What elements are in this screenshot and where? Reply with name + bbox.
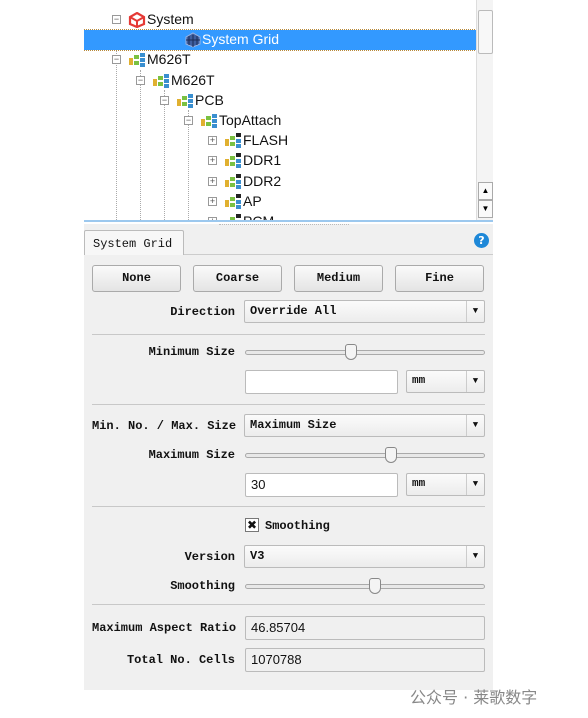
chevron-down-icon: ▼ [466, 474, 484, 495]
tree-scrollbar[interactable]: ▲ ▼ [476, 0, 493, 220]
assembly-icon [128, 52, 146, 68]
minimum-size-unit-select[interactable]: mm ▼ [406, 370, 485, 393]
direction-value: Override All [250, 304, 337, 318]
tree-item-label: TopAttach [219, 112, 282, 128]
minimum-size-input[interactable] [245, 370, 398, 394]
expand-icon[interactable]: + [208, 156, 217, 166]
tree-item-label: DDR1 [243, 152, 282, 169]
splitter-handle[interactable] [219, 224, 349, 227]
tree-item-label: M626T [147, 51, 191, 68]
scroll-up-button[interactable]: ▲ [478, 182, 493, 200]
slider-handle[interactable] [368, 578, 381, 594]
chevron-down-icon: ▼ [466, 371, 484, 392]
tree-item[interactable]: − TopAttach [84, 111, 476, 131]
gridded-assembly-icon [224, 153, 242, 169]
collapse-icon[interactable]: − [160, 95, 169, 105]
medium-button[interactable]: Medium [294, 265, 383, 292]
tree-item-label: PCB [195, 91, 224, 108]
system-grid-panel: System Grid ? None Coarse Medium Fine Di… [84, 224, 493, 690]
system-cube-icon [128, 11, 146, 29]
maximum-size-input[interactable]: 30 [245, 473, 398, 497]
maximum-size-unit-select[interactable]: mm ▼ [406, 473, 485, 496]
minimum-size-label: Minimum Size [148, 345, 235, 359]
gridded-assembly-icon [224, 173, 242, 190]
tree-item[interactable]: System Grid [84, 29, 477, 52]
slider-handle[interactable] [344, 344, 357, 360]
scroll-down-button[interactable]: ▼ [478, 200, 493, 218]
project-tree[interactable]: − System System Grid − M626T − M626T − PCB − TopAt… [84, 0, 493, 222]
divider [92, 404, 485, 405]
tab-system-grid[interactable]: System Grid [84, 230, 184, 255]
collapse-icon[interactable]: − [112, 55, 121, 65]
tree-item[interactable]: + DDR1 [84, 151, 476, 171]
tree-item[interactable]: + FLASH [84, 131, 476, 151]
maximum-size-slider[interactable] [245, 447, 485, 463]
scrollbar-thumb[interactable] [478, 10, 493, 54]
unit-value: mm [412, 375, 426, 387]
tree-item[interactable]: − PCB [84, 91, 476, 111]
none-button[interactable]: None [92, 265, 181, 292]
slider-handle[interactable] [385, 447, 398, 463]
tree-item-label: System Grid [202, 31, 280, 48]
coarse-button[interactable]: Coarse [193, 265, 282, 292]
tree-item[interactable]: + AP [84, 192, 476, 212]
gridded-assembly-icon [224, 214, 242, 220]
assembly-icon [176, 93, 194, 109]
tree-item-label: System [147, 11, 194, 27]
gridded-assembly-icon [224, 133, 242, 149]
unit-value: mm [412, 478, 426, 490]
total-cells-label: Total No. Cells [126, 653, 235, 667]
maximum-size-label: Maximum Size [148, 448, 235, 462]
smoothing-slider[interactable] [245, 578, 485, 594]
fine-button[interactable]: Fine [395, 265, 484, 292]
version-value: V3 [250, 549, 265, 563]
grid-icon [184, 32, 202, 48]
chevron-down-icon: ▼ [466, 301, 484, 322]
min-no-max-size-select[interactable]: Maximum Size ▼ [244, 414, 485, 437]
version-label: Version [184, 550, 235, 564]
tree-item-label: M626T [171, 71, 215, 88]
chevron-down-icon: ▼ [466, 546, 484, 567]
watermark: 公众号 · 莱歌数字 [410, 688, 538, 707]
minimum-size-slider[interactable] [245, 344, 485, 360]
tree-item[interactable]: − System [84, 10, 476, 30]
assembly-icon [200, 113, 218, 129]
tree-item-label: AP [243, 192, 262, 209]
tree-item[interactable]: − M626T [84, 71, 476, 91]
expand-icon[interactable]: + [208, 217, 217, 220]
collapse-icon[interactable]: − [184, 116, 193, 125]
divider [92, 334, 485, 335]
smoothing-slider-label: Smoothing [170, 579, 235, 593]
divider [92, 506, 485, 507]
smoothing-checkbox-label: Smoothing [265, 519, 330, 533]
smoothing-checkbox[interactable]: ✖ [245, 518, 259, 532]
direction-select[interactable]: Override All ▼ [244, 300, 485, 323]
help-icon[interactable]: ? [474, 233, 489, 248]
tree-item[interactable]: + DDR2 [84, 172, 476, 192]
tree-item-label: PCM [243, 213, 275, 222]
assembly-icon [152, 73, 170, 89]
min-no-max-size-value: Maximum Size [250, 418, 337, 432]
collapse-icon[interactable]: − [136, 75, 145, 85]
divider [92, 604, 485, 605]
tab-divider [184, 254, 493, 255]
expand-icon[interactable]: + [208, 176, 217, 186]
tree-item-label: FLASH [243, 132, 289, 149]
max-aspect-ratio-label: Maximum Aspect Ratio [92, 621, 237, 635]
min-no-max-size-label: Min. No. / Max. Size [92, 419, 237, 433]
collapse-icon[interactable]: − [112, 15, 121, 24]
tree-item[interactable]: + PCM [84, 212, 476, 222]
chevron-down-icon: ▼ [466, 415, 484, 436]
tree-item[interactable]: − M626T [84, 50, 476, 70]
direction-label: Direction [170, 305, 235, 319]
version-select[interactable]: V3 ▼ [244, 545, 485, 568]
tree-item-label: DDR2 [243, 172, 282, 189]
gridded-assembly-icon [224, 193, 242, 210]
max-aspect-ratio-field: 46.85704 [245, 616, 485, 640]
expand-icon[interactable]: + [208, 136, 217, 146]
expand-icon[interactable]: + [208, 196, 217, 206]
total-cells-field: 1070788 [245, 648, 485, 672]
